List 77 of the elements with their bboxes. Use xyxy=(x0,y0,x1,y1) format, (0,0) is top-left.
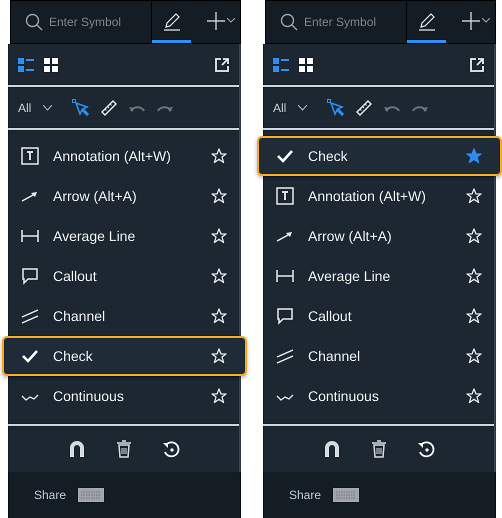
tool-list-item[interactable]: Average Line xyxy=(263,256,494,296)
ruler-icon xyxy=(355,98,374,116)
text-box-icon xyxy=(21,147,39,165)
tool-list-item[interactable]: Callout xyxy=(8,256,239,296)
share-link[interactable]: Share xyxy=(289,488,322,502)
tool-label: Continuous xyxy=(308,388,380,404)
pencil-icon xyxy=(416,10,437,30)
tool-label: Average Line xyxy=(308,268,392,284)
chevron-down-icon xyxy=(482,18,490,23)
tool-label: Arrow (Alt+A) xyxy=(53,188,138,204)
average-line-icon xyxy=(21,227,39,245)
tool-list-item[interactable]: Arrow (Alt+A) xyxy=(263,216,494,256)
tool-label: Check xyxy=(308,148,349,164)
parallel-lines-icon xyxy=(21,307,39,325)
list-view-icon xyxy=(273,58,289,72)
tool-list-item[interactable]: Annotation (Alt+W) xyxy=(263,176,494,216)
trash-icon[interactable] xyxy=(370,440,386,458)
magnet-icon[interactable] xyxy=(68,440,86,458)
list-view-icon xyxy=(18,58,34,72)
ruler-icon xyxy=(100,98,118,116)
crosshair-icon xyxy=(462,12,480,30)
tool-label: Average Line xyxy=(53,228,136,244)
pointer-icon xyxy=(327,98,346,116)
trash-icon[interactable] xyxy=(116,440,132,458)
tool-label: Callout xyxy=(53,268,98,284)
chevron-down-icon xyxy=(226,18,235,23)
tool-label: Callout xyxy=(308,308,353,324)
favorite-star-icon[interactable] xyxy=(466,148,482,164)
grid-view-icon xyxy=(299,58,313,72)
magnet-icon[interactable] xyxy=(322,440,340,458)
tool-label: Arrow (Alt+A) xyxy=(308,228,393,244)
chevron-down-icon xyxy=(43,104,52,110)
tool-button[interactable] xyxy=(355,98,374,116)
tool-list-item[interactable]: Average Line xyxy=(8,216,239,256)
tool-label: Continuous xyxy=(53,388,125,404)
parallel-lines-icon xyxy=(276,347,294,365)
tool-button[interactable] xyxy=(100,98,118,116)
text-box-icon xyxy=(276,187,294,205)
reset-icon[interactable] xyxy=(416,440,434,458)
reset-icon[interactable] xyxy=(162,440,180,458)
tool-label: Annotation (Alt+W) xyxy=(53,148,172,164)
filter-dropdown[interactable]: All xyxy=(273,100,308,114)
tool-list-item[interactable]: Arrow (Alt+A) xyxy=(8,176,239,216)
tool-list-item[interactable]: Channel xyxy=(8,296,239,336)
pop-out-icon[interactable] xyxy=(215,58,229,72)
search-icon xyxy=(280,13,298,31)
search-field[interactable]: Enter Symbol xyxy=(304,15,394,29)
search-field[interactable]: Enter Symbol xyxy=(49,15,139,29)
view-toggle[interactable] xyxy=(18,58,34,72)
chevron-down-icon xyxy=(298,104,308,110)
tool-list-item[interactable]: Callout xyxy=(263,296,494,336)
view-toggle[interactable] xyxy=(299,58,313,72)
tool-list-item[interactable]: Continuous xyxy=(8,376,239,416)
tool-label: Annotation (Alt+W) xyxy=(308,188,427,204)
tool-list-item[interactable]: Channel xyxy=(263,336,494,376)
pop-out-icon[interactable] xyxy=(470,58,484,72)
tool-label: Channel xyxy=(53,308,106,324)
pointer-icon xyxy=(72,98,90,116)
search-icon xyxy=(25,13,43,31)
tool-list-item[interactable]: Continuous xyxy=(263,376,494,416)
speech-bubble-icon xyxy=(21,267,39,285)
average-line-icon xyxy=(276,267,294,285)
tool-list-item[interactable]: Check xyxy=(257,136,502,176)
tool-label: Check xyxy=(53,348,94,364)
tool-list-item[interactable]: Check xyxy=(2,336,247,376)
speech-bubble-icon xyxy=(276,307,294,325)
pencil-icon xyxy=(162,10,182,30)
share-link[interactable]: Share xyxy=(34,488,66,502)
view-toggle[interactable] xyxy=(273,58,289,72)
tool-list-item[interactable]: Annotation (Alt+W) xyxy=(8,136,239,176)
filter-dropdown[interactable]: All xyxy=(18,100,52,114)
crosshair-icon xyxy=(206,12,225,30)
tool-label: Channel xyxy=(308,348,362,364)
grid-view-icon xyxy=(44,58,58,72)
zigzag-line-icon xyxy=(276,392,294,400)
view-toggle[interactable] xyxy=(44,58,58,72)
zigzag-line-icon xyxy=(21,392,39,400)
